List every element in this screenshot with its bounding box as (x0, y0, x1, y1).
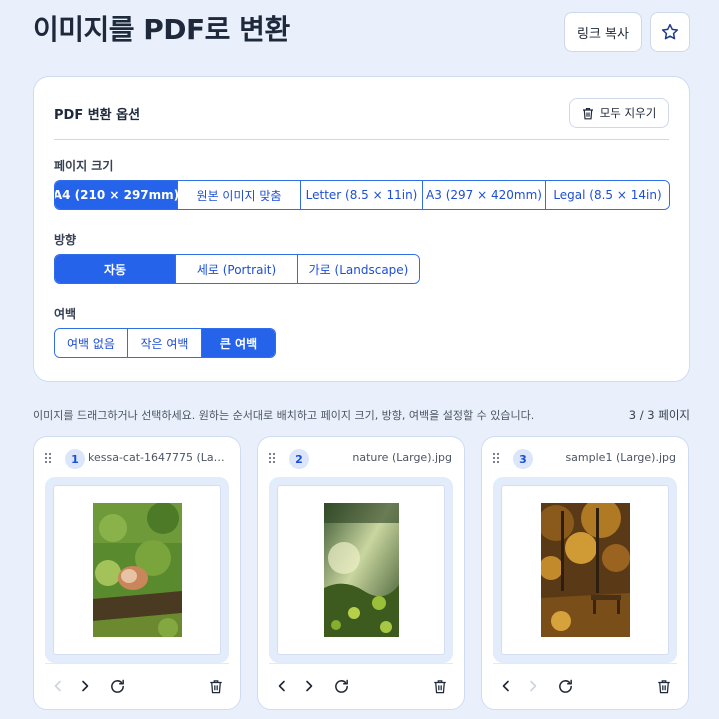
delete-button[interactable] (655, 677, 673, 695)
page-size-selector: A4 (210 × 297mm) 원본 이미지 맞춤 Letter (8.5 ×… (54, 180, 670, 210)
options-divider (54, 139, 669, 140)
move-right-button[interactable] (76, 677, 94, 695)
chevron-left-icon (278, 680, 285, 692)
file-name: sample1 (Large).jpg (565, 451, 676, 464)
trash-icon (582, 107, 593, 119)
rotate-button[interactable] (108, 677, 126, 695)
instructions-text: 이미지를 드래그하거나 선택하세요. 원하는 순서대로 배치하고 페이지 크기,… (33, 409, 535, 422)
orientation-auto[interactable]: 자동 (55, 255, 176, 283)
star-icon (661, 23, 679, 40)
rotate-icon (334, 679, 348, 693)
rotate-button[interactable] (556, 677, 574, 695)
file-name: nature (Large).jpg (352, 451, 452, 464)
page-number-badge: 2 (289, 449, 309, 469)
page-size-a4[interactable]: A4 (210 × 297mm) (55, 181, 179, 209)
preview-area (493, 477, 677, 663)
image-card-1[interactable]: 1 kessa-cat-1647775 (Large).jpg (33, 436, 241, 710)
card-divider (45, 663, 229, 664)
page-size-label: 페이지 크기 (54, 159, 114, 173)
preview-area (45, 477, 229, 663)
orientation-portrait[interactable]: 세로 (Portrait) (176, 255, 298, 283)
image-thumbnail (541, 503, 630, 637)
file-name: kessa-cat-1647775 (Large).jpg (88, 451, 228, 464)
rotate-icon (558, 679, 572, 693)
page-title: 이미지를 PDF로 변환 (33, 13, 290, 46)
rotate-button[interactable] (332, 677, 350, 695)
delete-button[interactable] (431, 677, 449, 695)
page-preview (277, 485, 445, 655)
preview-area (269, 477, 453, 663)
drag-handle-icon[interactable] (492, 452, 500, 464)
image-card-3[interactable]: 3 sample1 (Large).jpg (481, 436, 689, 710)
move-right-button[interactable] (300, 677, 318, 695)
chevron-left-icon (54, 680, 61, 692)
copy-link-button[interactable]: 링크 복사 (564, 12, 642, 52)
trash-icon (210, 679, 222, 693)
trash-icon (434, 679, 446, 693)
page-size-a3[interactable]: A3 (297 × 420mm) (423, 181, 546, 209)
move-right-button[interactable] (524, 677, 542, 695)
image-thumbnail (324, 503, 399, 637)
margin-none[interactable]: 여백 없음 (55, 329, 128, 357)
delete-button[interactable] (207, 677, 225, 695)
chevron-right-icon (82, 680, 89, 692)
margin-large[interactable]: 큰 여백 (202, 329, 275, 357)
move-left-button[interactable] (273, 677, 291, 695)
chevron-left-icon (502, 680, 509, 692)
move-left-button[interactable] (49, 677, 67, 695)
margin-small[interactable]: 작은 여백 (128, 329, 202, 357)
page-size-letter[interactable]: Letter (8.5 × 11in) (301, 181, 423, 209)
page-count: 3 / 3 페이지 (628, 408, 690, 422)
chevron-right-icon (530, 680, 537, 692)
page-number-badge: 1 (65, 449, 85, 469)
card-divider (269, 663, 453, 664)
page-preview (501, 485, 669, 655)
page-size-legal[interactable]: Legal (8.5 × 14in) (546, 181, 669, 209)
drag-handle-icon[interactable] (268, 452, 276, 464)
clear-all-button[interactable]: 모두 지우기 (569, 98, 669, 128)
orientation-landscape[interactable]: 가로 (Landscape) (298, 255, 419, 283)
options-title: PDF 변환 옵션 (54, 108, 141, 123)
card-divider (493, 663, 677, 664)
page-preview (53, 485, 221, 655)
orientation-label: 방향 (54, 233, 77, 247)
clear-all-label: 모두 지우기 (599, 106, 657, 120)
drag-handle-icon[interactable] (44, 452, 52, 464)
rotate-icon (110, 679, 124, 693)
page-number-badge: 3 (513, 449, 533, 469)
trash-icon (658, 679, 670, 693)
image-card-2[interactable]: 2 nature (Large).jpg (257, 436, 465, 710)
image-thumbnail (93, 503, 182, 637)
page-size-fit-image[interactable]: 원본 이미지 맞춤 (178, 181, 301, 209)
favorite-button[interactable] (650, 12, 690, 52)
orientation-selector: 자동 세로 (Portrait) 가로 (Landscape) (54, 254, 420, 284)
margin-label: 여백 (54, 307, 77, 321)
chevron-right-icon (306, 680, 313, 692)
pdf-options-panel: PDF 변환 옵션 모두 지우기 페이지 크기 A4 (210 × 297mm)… (33, 76, 690, 382)
move-left-button[interactable] (497, 677, 515, 695)
margin-selector: 여백 없음 작은 여백 큰 여백 (54, 328, 276, 358)
